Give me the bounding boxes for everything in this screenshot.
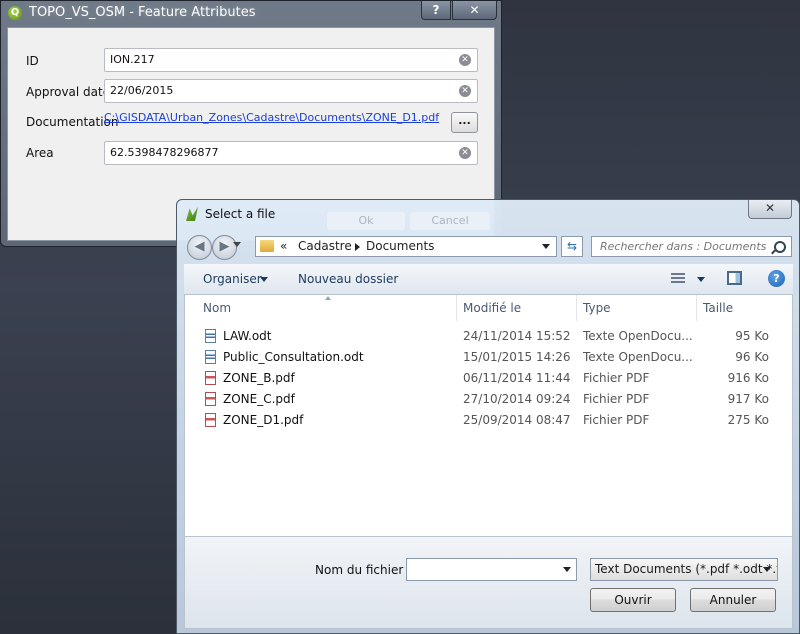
cancel-button-behind: Cancel [410, 212, 490, 230]
file-row[interactable]: ZONE_C.pdf 27/10/2014 09:24 Fichier PDF … [185, 389, 792, 410]
id-field[interactable]: ION.217 ✕ [104, 48, 478, 72]
approval-date-value: 22/06/2015 [110, 84, 174, 97]
close-button[interactable]: ✕ [748, 200, 792, 219]
pdf-document-icon [205, 371, 216, 385]
breadcrumb-separator-icon[interactable] [355, 243, 360, 251]
chevron-down-icon[interactable] [563, 567, 571, 572]
file-row[interactable]: LAW.odt 24/11/2014 15:52 Texte OpenDocu.… [185, 326, 792, 347]
column-divider[interactable] [696, 295, 697, 321]
chevron-down-icon[interactable] [697, 277, 705, 282]
browse-button[interactable]: ... [451, 112, 478, 133]
file-modified: 15/01/2015 14:26 [463, 350, 571, 364]
file-type: Texte OpenDocu... [583, 350, 693, 364]
approval-date-label: Approval date [26, 85, 111, 99]
column-divider[interactable] [576, 295, 577, 321]
new-folder-button[interactable]: Nouveau dossier [298, 272, 398, 286]
file-name: LAW.odt [223, 329, 272, 343]
search-placeholder: Rechercher dans : Documents [600, 240, 767, 253]
area-field[interactable]: 62.5398478296877 ✕ [104, 141, 478, 165]
file-type: Fichier PDF [583, 413, 650, 427]
clear-icon[interactable]: ✕ [459, 85, 471, 97]
refresh-button[interactable]: ⇆ [561, 236, 583, 257]
folder-icon [260, 240, 274, 252]
chevron-down-icon[interactable] [260, 277, 268, 282]
search-icon[interactable] [774, 241, 786, 253]
odt-document-icon [205, 329, 216, 343]
qgis-brush-icon [186, 207, 198, 221]
feature-attributes-titlebar[interactable]: Q TOPO_VS_OSM - Feature Attributes ? ✕ [1, 1, 501, 25]
id-label: ID [26, 54, 39, 68]
file-row[interactable]: ZONE_D1.pdf 25/09/2014 08:47 Fichier PDF… [185, 410, 792, 431]
sort-ascending-icon [325, 296, 331, 300]
column-header-size[interactable]: Taille [703, 295, 733, 321]
forward-button[interactable]: ▶ [212, 235, 237, 260]
breadcrumb-cadastre[interactable]: Cadastre [298, 237, 352, 256]
chevron-down-icon[interactable] [763, 567, 771, 572]
view-options-icon[interactable] [671, 273, 685, 285]
file-size: 916 Ko [727, 371, 769, 385]
close-button[interactable]: ✕ [452, 1, 497, 20]
file-type: Texte OpenDocu... [583, 329, 693, 343]
file-type-filter[interactable]: Text Documents (*.pdf *.odt *.t [590, 558, 778, 581]
cancel-button[interactable]: Annuler [690, 588, 776, 612]
back-button[interactable]: ◀ [187, 235, 212, 260]
breadcrumb-documents[interactable]: Documents [366, 237, 434, 256]
file-name: ZONE_C.pdf [223, 392, 295, 406]
command-bar: Organiser Nouveau dossier ? [184, 264, 793, 295]
approval-date-field[interactable]: 22/06/2015 ✕ [104, 79, 478, 103]
file-name-pane: Nom du fichier : Text Documents (*.pdf *… [184, 537, 793, 629]
file-name: Public_Consultation.odt [223, 350, 364, 364]
feature-attributes-title: TOPO_VS_OSM - Feature Attributes [29, 5, 256, 20]
column-header-modified[interactable]: Modifié le [463, 295, 521, 321]
area-label: Area [26, 146, 54, 160]
file-row[interactable]: Public_Consultation.odt 15/01/2015 14:26… [185, 347, 792, 368]
id-value: ION.217 [110, 53, 155, 66]
address-bar[interactable]: « Cadastre Documents [255, 236, 557, 257]
file-modified: 24/11/2014 15:52 [463, 329, 571, 343]
file-name: ZONE_D1.pdf [223, 413, 304, 427]
address-overflow[interactable]: « [280, 237, 287, 256]
clear-icon[interactable]: ✕ [459, 147, 471, 159]
ok-button-behind: Ok [327, 212, 405, 230]
file-size: 95 Ko [735, 329, 769, 343]
file-modified: 06/11/2014 11:44 [463, 371, 571, 385]
file-modified: 27/10/2014 09:24 [463, 392, 571, 406]
area-value: 62.5398478296877 [110, 146, 219, 159]
odt-document-icon [205, 350, 216, 364]
filename-label: Nom du fichier : [315, 563, 412, 577]
file-size: 917 Ko [727, 392, 769, 406]
file-size: 275 Ko [727, 413, 769, 427]
column-header-name[interactable]: Nom [203, 295, 231, 321]
file-name: ZONE_B.pdf [223, 371, 295, 385]
file-type-filter-value: Text Documents (*.pdf *.odt *.t [595, 562, 778, 576]
filename-input[interactable] [406, 558, 577, 581]
column-divider[interactable] [456, 295, 457, 321]
help-button[interactable]: ? [421, 1, 451, 20]
qgis-logo-icon: Q [8, 6, 22, 20]
file-modified: 25/09/2014 08:47 [463, 413, 571, 427]
file-list: Nom Modifié le Type Taille LAW.odt 24/11… [184, 295, 793, 537]
file-type: Fichier PDF [583, 371, 650, 385]
clear-icon[interactable]: ✕ [459, 54, 471, 66]
file-size: 96 Ko [735, 350, 769, 364]
help-icon[interactable]: ? [768, 270, 785, 287]
history-dropdown-icon[interactable] [233, 242, 241, 247]
organize-menu[interactable]: Organiser [203, 272, 262, 286]
select-file-window: Select a file Ok Cancel ✕ ◀ ▶ « Cadastre… [176, 199, 800, 634]
address-dropdown-icon[interactable] [542, 244, 550, 249]
open-button[interactable]: Ouvrir [590, 588, 676, 612]
preview-pane-icon[interactable] [727, 271, 742, 285]
file-type: Fichier PDF [583, 392, 650, 406]
column-header-type[interactable]: Type [583, 295, 611, 321]
documentation-link[interactable]: C:\GISDATA\Urban_Zones\Cadastre\Document… [104, 111, 439, 124]
search-input[interactable]: Rechercher dans : Documents [591, 236, 792, 257]
select-file-title: Select a file [205, 207, 276, 221]
pdf-document-icon [205, 392, 216, 406]
file-row[interactable]: ZONE_B.pdf 06/11/2014 11:44 Fichier PDF … [185, 368, 792, 389]
pdf-document-icon [205, 413, 216, 427]
